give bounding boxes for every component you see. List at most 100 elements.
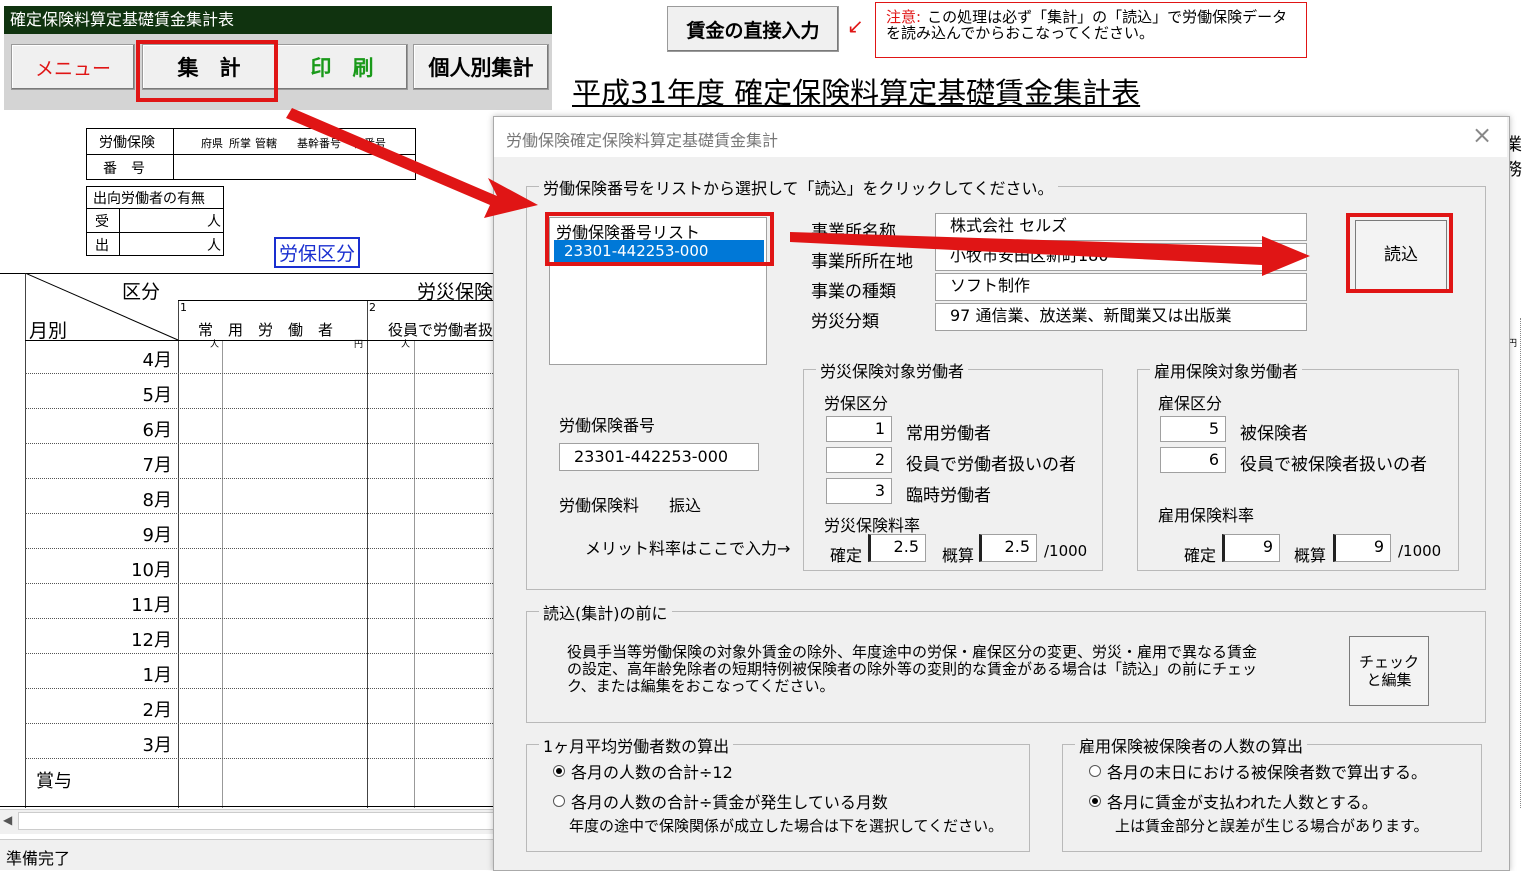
window-title-bar: 確定保険料算定基礎賃金集計表 [4, 6, 552, 34]
rousai-group: 労災保険対象労働者 労保区分 1 常用労働者 2 役員で労働者扱いの者 3 臨時労働者 労… [803, 358, 1103, 571]
ins-no-label: 労働保険番号 [559, 416, 656, 435]
row-divider [25, 688, 495, 689]
individual-aggregate-button[interactable]: 個人別集計 [413, 44, 549, 90]
insured-option-1-label[interactable]: 各月の末日における被保険者数で算出する。 [1107, 759, 1427, 783]
row-divider [25, 548, 495, 549]
rousai-kubun-code[interactable]: 3 [826, 478, 892, 504]
insured-option-2-label[interactable]: 各月に賃金が支払われた人数とする。 [1107, 789, 1378, 813]
ins-no-label-1: 労働保険 [99, 135, 155, 151]
main-group-title: 労働保険番号をリストから選択して「読込」をクリックしてください。 [539, 175, 1058, 199]
notice-text: この処理は必ず「集計」の「読込」で労働保険データを読み込んでからおこなってくださ… [886, 8, 1288, 42]
month-label: 9月 [142, 525, 172, 546]
rousai-per: /1000 [1044, 542, 1088, 560]
dialog-title: 労働保険確定保険料算定基礎賃金集計 [506, 131, 779, 150]
before-read-text: 役員手当等労働保険の対象外賃金の除外、年度途中の労保・雇保区分の変更、労災・雇用… [567, 643, 1258, 695]
col2-unit-person: 人 [401, 340, 411, 350]
ins-no-label-2: 番 号 [103, 161, 145, 177]
before-read-group: 読込(集計)の前に 役員手当等労働保険の対象外賃金の除外、年度途中の労保・雇保区… [526, 600, 1486, 723]
secondment-out-label: 出 [95, 238, 109, 254]
rousai-kubun-code[interactable]: 2 [826, 447, 892, 473]
month-label: 1月 [142, 665, 172, 686]
koyou-kubun-code[interactable]: 5 [1160, 416, 1226, 442]
month-label: 4月 [142, 350, 172, 371]
row-divider [25, 758, 495, 759]
ins-no-sub-pref: 府県 [201, 137, 223, 150]
rousai-confirmed-label: 確定 [830, 546, 863, 565]
close-icon[interactable]: × [1472, 121, 1492, 149]
avg-option-1-label[interactable]: 各月の人数の合計÷12 [571, 759, 733, 783]
check-edit-button[interactable]: チェックと編集 [1349, 636, 1429, 706]
sheet-title: 平成31年度 確定保険料算定基礎賃金集計表 [572, 76, 1141, 110]
status-text: 準備完了 [6, 849, 71, 868]
dialog-title-bar: 労働保険確定保険料算定基礎賃金集計 × [494, 117, 1507, 157]
koyou-kubun-label: 雇保区分 [1158, 394, 1223, 413]
insured-count-group: 雇用保険被保険者の人数の算出 各月の末日における被保険者数で算出する。 各月に賃… [1062, 733, 1482, 852]
read-highlight [1346, 213, 1453, 293]
rousai-kubun-label: 臨時労働者 [906, 486, 991, 506]
rousai-kubun-code[interactable]: 1 [826, 416, 892, 442]
direct-input-button[interactable]: 賃金の直接入力 [667, 6, 839, 52]
avg-option-2-radio[interactable] [553, 795, 565, 807]
koyou-estimate-input[interactable]: 9 [1333, 534, 1391, 562]
header-kubun: 区分 [122, 281, 161, 303]
field-value[interactable]: 97 通信業、放送業、新聞業又は出版業 [935, 303, 1307, 331]
scroll-left-icon[interactable]: ◀ [3, 813, 12, 827]
koyou-confirmed-input[interactable]: 9 [1222, 534, 1280, 562]
avg-option-1-radio[interactable] [553, 765, 565, 777]
koyou-kubun-label: 被保険者 [1240, 424, 1308, 444]
secondment-table: 出向労働者の有無 受 人 出 人 [86, 186, 224, 256]
insured-note: 上は賃金部分と誤差が生じる場合があります。 [1115, 817, 1429, 835]
row-divider [25, 478, 495, 479]
bonus-label: 賞与 [36, 771, 72, 792]
row-divider [25, 408, 495, 409]
koyou-kubun-code[interactable]: 6 [1160, 447, 1226, 473]
insured-option-2-radio[interactable] [1089, 795, 1101, 807]
ins-no-field[interactable]: 23301-442253-000 [559, 443, 759, 471]
insured-option-1-radio[interactable] [1089, 765, 1101, 777]
aggregate-highlight [136, 40, 278, 102]
header-rousai: 労災保険 [417, 281, 494, 303]
koyou-rate-label: 雇用保険料率 [1158, 506, 1255, 525]
ins-no-sub-branch: 枝番号 [353, 137, 386, 150]
avg-option-2-label[interactable]: 各月の人数の合計÷賃金が発生している月数 [571, 789, 888, 813]
field-value[interactable]: 小牧市安田区新町180 [935, 243, 1307, 271]
insurance-number-table: 労働保険 番 号 府県 所掌 管轄 基幹番号 枝番号 [86, 128, 416, 180]
rousai-estimate-label: 概算 [942, 546, 975, 565]
month-label: 5月 [142, 385, 172, 406]
rousai-confirmed-input[interactable]: 2.5 [868, 534, 926, 562]
list-highlight [545, 212, 774, 266]
callout-roho-kubun: 労保区分 [274, 237, 361, 268]
ins-no-sub-jurisdiction: 所掌 [229, 137, 251, 150]
secondment-title: 出向労働者の有無 [93, 191, 205, 207]
window-title: 確定保険料算定基礎賃金集計表 [10, 10, 235, 29]
notice-arrow-icon: ↙ [847, 14, 864, 38]
row-divider [25, 443, 495, 444]
row-divider [25, 513, 495, 514]
row-divider [25, 618, 495, 619]
ins-no-sub-office: 管轄 [255, 137, 277, 150]
field-value[interactable]: ソフト制作 [935, 273, 1307, 301]
rousai-rate-label: 労災保険料率 [824, 516, 921, 535]
month-label: 6月 [142, 420, 172, 441]
insured-count-title: 雇用保険被保険者の人数の算出 [1075, 733, 1308, 757]
koyou-confirmed-label: 確定 [1184, 546, 1217, 565]
col1-number: 1 [180, 301, 187, 314]
menu-button[interactable]: メニュー [11, 44, 135, 90]
field-value[interactable]: 株式会社 セルズ [935, 213, 1307, 241]
print-button[interactable]: 印 刷 [276, 44, 408, 90]
koyou-kubun-label: 役員で被保険者扱いの者 [1240, 455, 1427, 475]
col1-unit-person: 人 [210, 340, 220, 350]
ins-no-sub-base: 基幹番号 [297, 137, 341, 150]
row-divider [25, 373, 495, 374]
col1-unit-yen: 円 [354, 340, 364, 350]
rousai-estimate-input[interactable]: 2.5 [979, 534, 1037, 562]
merit-note: メリット料率はここで入力→ [585, 539, 791, 558]
rousai-kubun-label: 常用労働者 [906, 424, 991, 444]
premium-label: 労働保険料 [559, 496, 640, 515]
horizontal-scrollbar[interactable]: ◀ [0, 809, 495, 834]
secondment-in-label: 受 [95, 214, 109, 230]
row-divider [25, 583, 495, 584]
row-divider [25, 653, 495, 654]
avg-workers-title: 1ヶ月平均労働者数の算出 [539, 733, 734, 757]
month-label: 11月 [131, 595, 172, 616]
